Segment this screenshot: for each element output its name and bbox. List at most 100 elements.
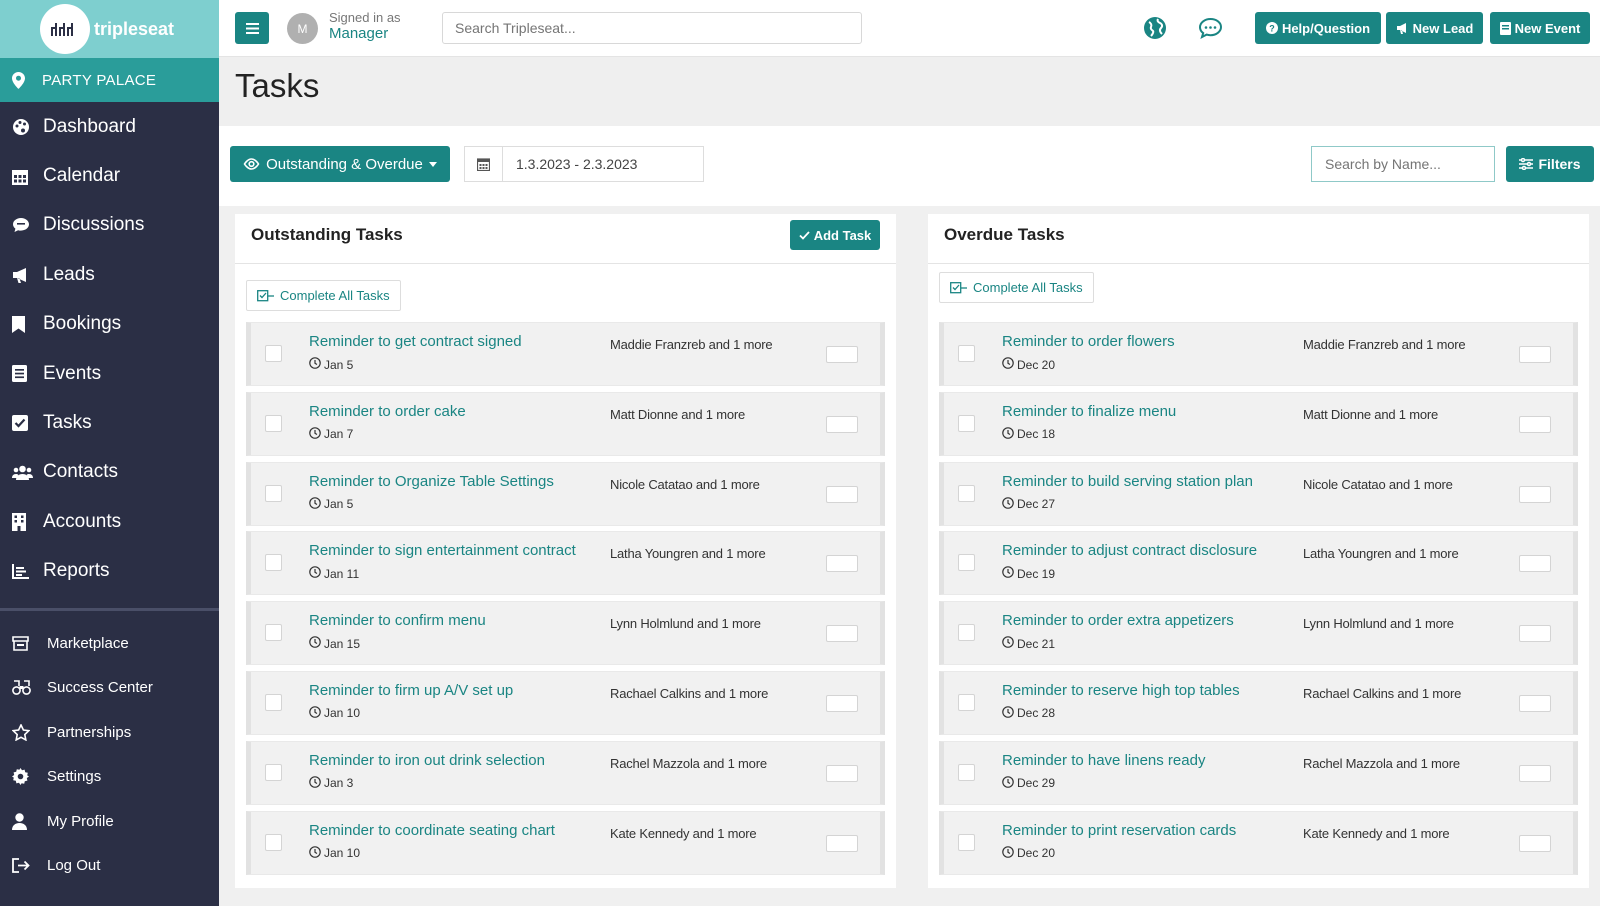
complete-all-overdue-button[interactable]: Complete All Tasks: [939, 272, 1094, 303]
task-checkbox[interactable]: [958, 414, 975, 432]
sliders-icon: [1519, 158, 1534, 170]
help-question-button[interactable]: ? Help/Question: [1255, 12, 1381, 44]
task-title-link[interactable]: Reminder to build serving station plan: [1002, 473, 1253, 490]
task-title-link[interactable]: Reminder to confirm menu: [309, 612, 486, 629]
sidebar-item-accounts[interactable]: Accounts: [0, 497, 219, 546]
sidebar-item-my-profile[interactable]: My Profile: [0, 799, 219, 844]
task-title-link[interactable]: Reminder to print reservation cards: [1002, 822, 1236, 839]
task-checkbox[interactable]: [265, 414, 282, 432]
task-action-toggle[interactable]: [1519, 346, 1551, 363]
task-checkbox[interactable]: [958, 345, 975, 362]
complete-all-outstanding-button[interactable]: Complete All Tasks: [246, 280, 401, 311]
sidebar-item-bookings[interactable]: Bookings: [0, 300, 219, 349]
add-task-button[interactable]: Add Task: [790, 220, 880, 250]
task-action-toggle[interactable]: [826, 764, 858, 782]
task-title-link[interactable]: Reminder to sign entertainment contract: [309, 542, 576, 559]
filters-button[interactable]: Filters: [1506, 146, 1594, 182]
task-title-link[interactable]: Reminder to order flowers: [1002, 333, 1175, 350]
task-row: Reminder to finalize menu Dec 18 Matt Dion…: [939, 391, 1578, 456]
task-due-date: Dec 29: [1002, 775, 1055, 791]
sidebar-item-calendar[interactable]: Calendar: [0, 151, 219, 200]
chat-icon[interactable]: [1198, 17, 1223, 44]
date-range-picker[interactable]: 1.3.2023 - 2.3.2023: [464, 146, 704, 182]
logo-area[interactable]: tripleseat: [0, 0, 219, 58]
sidebar-item-partnerships[interactable]: Partnerships: [0, 710, 219, 755]
task-action-toggle[interactable]: [1519, 625, 1551, 643]
task-checkbox[interactable]: [265, 833, 282, 851]
task-checkbox[interactable]: [265, 624, 282, 642]
task-checkbox[interactable]: [265, 345, 282, 362]
task-action-toggle[interactable]: [1519, 694, 1551, 712]
sidebar-item-contacts[interactable]: Contacts: [0, 448, 219, 497]
task-action-toggle[interactable]: [1519, 834, 1551, 852]
task-checkbox[interactable]: [265, 554, 282, 572]
task-action-toggle[interactable]: [826, 415, 858, 433]
task-checkbox[interactable]: [958, 484, 975, 502]
megaphone-icon: [12, 267, 43, 283]
global-search-input[interactable]: [442, 12, 862, 44]
sidebar-item-marketplace[interactable]: Marketplace: [0, 621, 219, 666]
task-title-link[interactable]: Reminder to coordinate seating chart: [309, 822, 555, 839]
store-icon: [12, 635, 47, 651]
sidebar-item-settings[interactable]: Settings: [0, 754, 219, 799]
task-action-toggle[interactable]: [826, 694, 858, 712]
sidebar-item-success-center[interactable]: Success Center: [0, 665, 219, 710]
sidebar-item-label: Calendar: [43, 165, 121, 187]
new-lead-button[interactable]: New Lead: [1386, 12, 1483, 44]
task-checkbox[interactable]: [958, 763, 975, 781]
sidebar-item-tasks[interactable]: Tasks: [0, 398, 219, 447]
task-action-toggle[interactable]: [1519, 485, 1551, 503]
task-checkbox[interactable]: [958, 554, 975, 572]
task-checkbox[interactable]: [265, 693, 282, 711]
page-title: Tasks: [235, 67, 320, 104]
avatar[interactable]: M: [287, 13, 318, 44]
task-title-link[interactable]: Reminder to iron out drink selection: [309, 752, 545, 769]
task-action-toggle[interactable]: [826, 834, 858, 852]
task-row: Reminder to firm up A/V set up Jan 10 Rach…: [246, 670, 885, 735]
sidebar-item-leads[interactable]: Leads: [0, 250, 219, 299]
task-checkbox[interactable]: [958, 624, 975, 642]
new-event-button[interactable]: New Event: [1490, 12, 1590, 44]
task-action-toggle[interactable]: [826, 485, 858, 503]
task-action-toggle[interactable]: [826, 625, 858, 643]
clock-icon: [1002, 845, 1014, 861]
task-title-link[interactable]: Reminder to have linens ready: [1002, 752, 1205, 769]
task-title-link[interactable]: Reminder to reserve high top tables: [1002, 682, 1240, 699]
task-action-toggle[interactable]: [1519, 764, 1551, 782]
task-due-date: Jan 5: [309, 357, 353, 372]
task-title-link[interactable]: Reminder to firm up A/V set up: [309, 682, 513, 699]
task-title-link[interactable]: Reminder to order cake: [309, 403, 466, 420]
status-filter-dropdown[interactable]: Outstanding & Overdue: [230, 146, 450, 182]
task-action-toggle[interactable]: [1519, 415, 1551, 433]
clock-icon: [309, 357, 321, 372]
name-search-input[interactable]: [1311, 146, 1495, 182]
venue-name: PARTY PALACE: [42, 71, 157, 89]
task-action-toggle[interactable]: [826, 555, 858, 573]
sidebar-item-label: Tasks: [43, 412, 92, 434]
sidebar-item-label: Leads: [43, 263, 95, 285]
task-due-date: Jan 15: [309, 636, 360, 651]
task-title-link[interactable]: Reminder to adjust contract disclosure: [1002, 542, 1257, 559]
sidebar-item-dashboard[interactable]: Dashboard: [0, 102, 219, 151]
task-title-link[interactable]: Reminder to get contract signed: [309, 333, 522, 350]
sidebar-item-events[interactable]: Events: [0, 349, 219, 398]
task-date-text: Jan 11: [324, 566, 360, 581]
task-title-link[interactable]: Reminder to Organize Table Settings: [309, 473, 554, 490]
map-pin-icon: [12, 71, 42, 89]
sidebar-item-log-out[interactable]: Log Out: [0, 843, 219, 888]
check-square-icon: [12, 415, 43, 432]
sidebar-item-reports[interactable]: Reports: [0, 547, 219, 596]
venue-selector[interactable]: PARTY PALACE: [0, 58, 219, 102]
task-action-toggle[interactable]: [1519, 555, 1551, 573]
task-title-link[interactable]: Reminder to order extra appetizers: [1002, 612, 1234, 629]
task-checkbox[interactable]: [958, 833, 975, 851]
sidebar-item-discussions[interactable]: Discussions: [0, 201, 219, 250]
signed-in-info[interactable]: Signed in as Manager: [329, 10, 401, 42]
task-title-link[interactable]: Reminder to finalize menu: [1002, 403, 1176, 420]
task-checkbox[interactable]: [958, 693, 975, 711]
task-checkbox[interactable]: [265, 484, 282, 502]
task-checkbox[interactable]: [265, 763, 282, 781]
menu-toggle-button[interactable]: [235, 12, 269, 44]
globe-icon[interactable]: [1143, 16, 1167, 45]
task-action-toggle[interactable]: [826, 346, 858, 363]
